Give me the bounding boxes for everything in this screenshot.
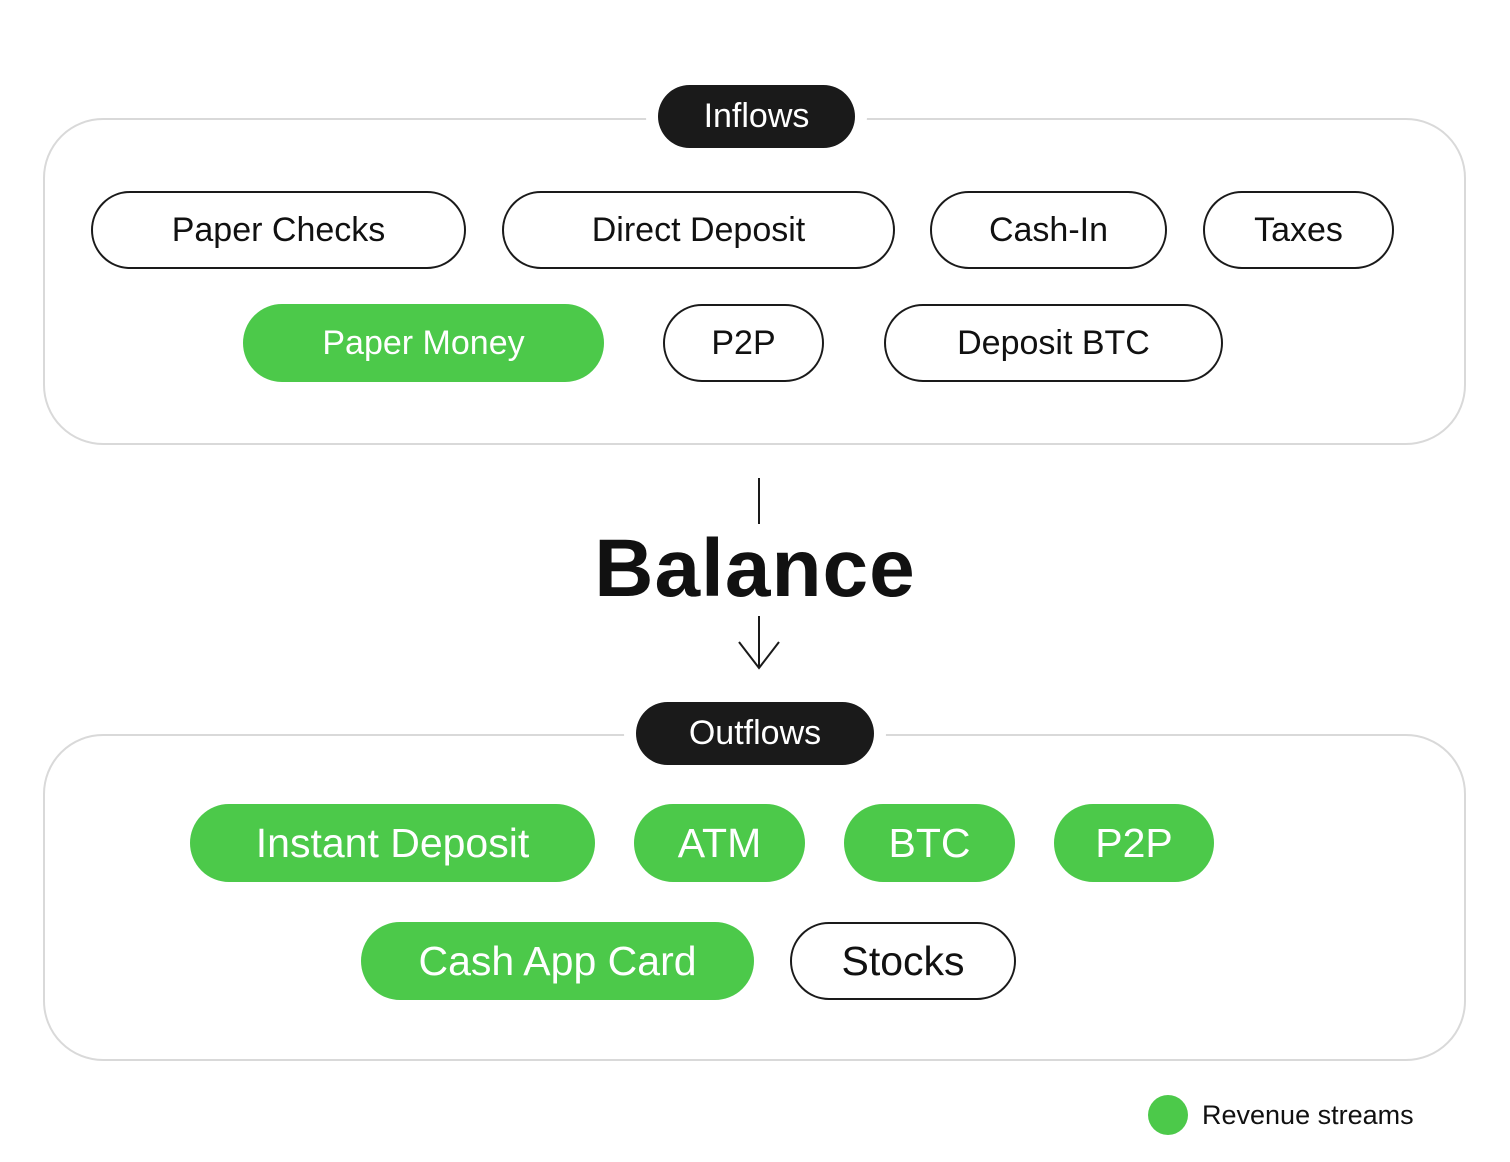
outflows-section [43, 734, 1466, 1061]
inflow-direct-deposit: Direct Deposit [502, 191, 895, 269]
inflow-deposit-btc: Deposit BTC [884, 304, 1223, 382]
inflow-taxes: Taxes [1203, 191, 1394, 269]
outflow-p2p: P2P [1054, 804, 1214, 882]
inflow-p2p: P2P [663, 304, 824, 382]
inflow-paper-money: Paper Money [243, 304, 604, 382]
inflows-label: Inflows [658, 85, 855, 148]
balance-title: Balance [594, 523, 916, 614]
legend-label: Revenue streams [1202, 1099, 1414, 1130]
connector-line [758, 478, 760, 524]
outflows-label: Outflows [636, 702, 874, 765]
outflow-instant-deposit: Instant Deposit [190, 804, 595, 882]
inflows-section [43, 118, 1466, 445]
inflow-paper-checks: Paper Checks [91, 191, 466, 269]
outflow-atm: ATM [634, 804, 805, 882]
legend: Revenue streams [1148, 1095, 1414, 1135]
outflow-btc: BTC [844, 804, 1015, 882]
arrow-down-icon [738, 641, 780, 670]
outflow-cash-app-card: Cash App Card [361, 922, 754, 1000]
outflow-stocks: Stocks [790, 922, 1016, 1000]
green-dot-icon [1148, 1095, 1188, 1135]
inflow-cash-in: Cash-In [930, 191, 1167, 269]
